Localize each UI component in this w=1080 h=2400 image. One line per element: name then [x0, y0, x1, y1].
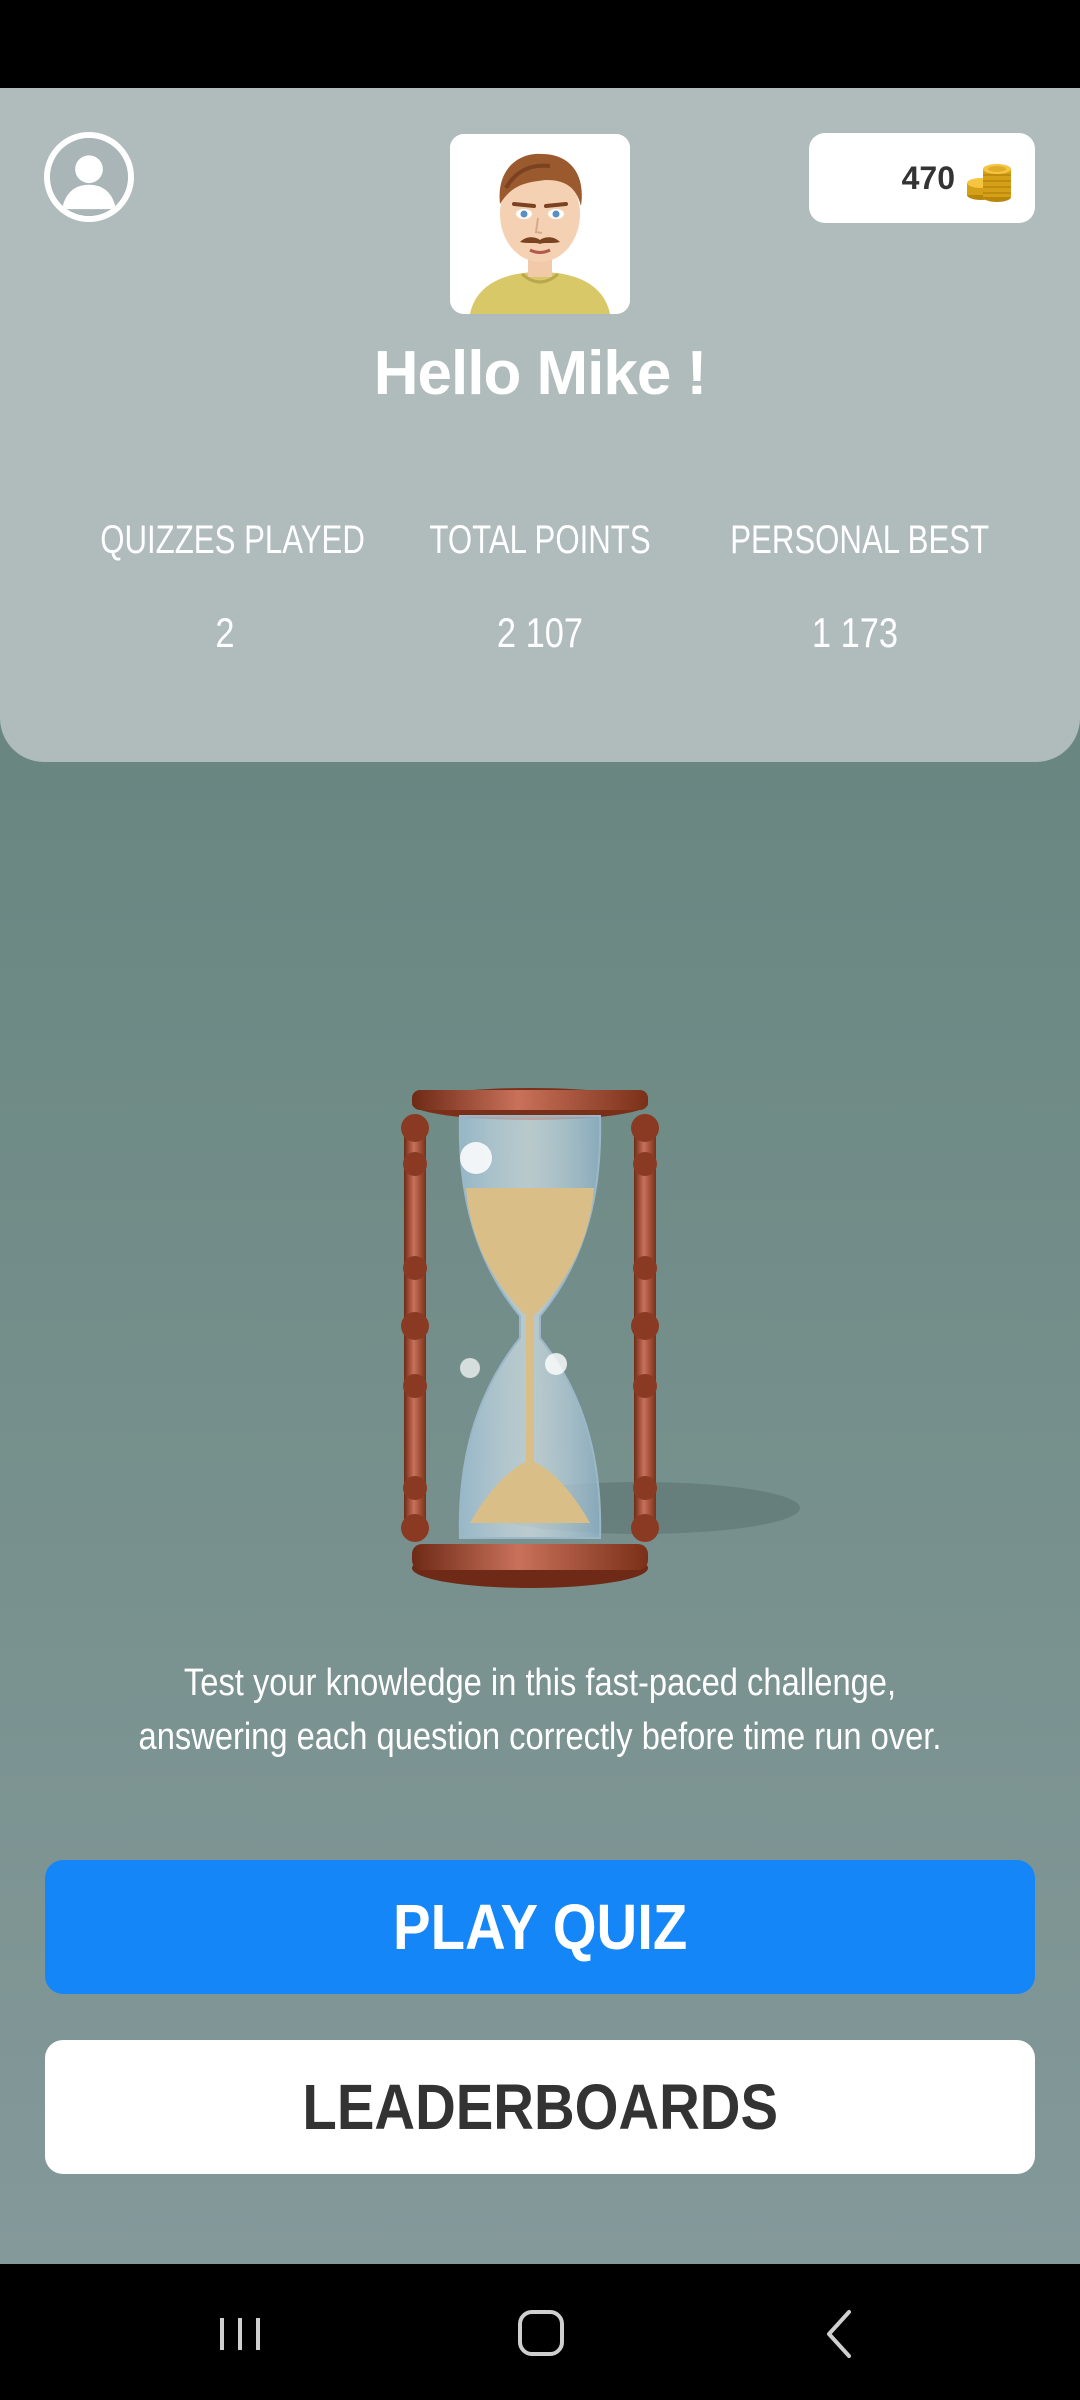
quiz-home-screen: 470 Hello Mike ! QUIZZES PLAYED 2 TOTAL …	[0, 88, 1080, 2264]
stat-value: 1 173	[811, 609, 899, 656]
back-button[interactable]	[805, 2304, 875, 2364]
stat-total-points: TOTAL POINTS 2 107	[380, 518, 700, 657]
back-icon	[827, 2310, 851, 2358]
play-quiz-label: PLAY QUIZ	[392, 1891, 688, 1963]
greeting-title: Hello Mike !	[373, 339, 708, 408]
status-bar	[0, 0, 1080, 88]
cartoon-avatar-image	[450, 134, 630, 314]
stat-value: 2 107	[496, 609, 584, 656]
stat-label: QUIZZES PLAYED	[100, 518, 365, 562]
profile-header-card: 470 Hello Mike ! QUIZZES PLAYED 2 TOTAL …	[0, 88, 1080, 762]
home-icon	[518, 2310, 564, 2356]
stat-label: TOTAL POINTS	[429, 518, 651, 562]
system-navigation-bar	[0, 2264, 1080, 2400]
profile-button[interactable]	[44, 132, 134, 222]
recent-apps-button[interactable]	[205, 2304, 275, 2364]
avatar[interactable]	[450, 134, 630, 314]
leaderboards-button[interactable]: LEADERBOARDS	[45, 2040, 1035, 2174]
recent-apps-icon	[220, 2318, 260, 2350]
quiz-description: Test your knowledge in this fast-paced c…	[138, 1662, 942, 1758]
hourglass-illustration	[380, 1068, 820, 1628]
stat-quizzes-played: QUIZZES PLAYED 2	[65, 518, 385, 657]
coins-count: 470	[901, 160, 955, 196]
home-button[interactable]	[506, 2304, 576, 2364]
user-silhouette-icon	[50, 138, 128, 216]
stat-personal-best: PERSONAL BEST 1 173	[695, 518, 1015, 657]
coins-balance[interactable]: 470	[809, 133, 1035, 223]
stat-label: PERSONAL BEST	[730, 518, 990, 562]
hourglass-icon	[401, 1088, 800, 1588]
leaderboards-label: LEADERBOARDS	[302, 2071, 778, 2143]
play-quiz-button[interactable]: PLAY QUIZ	[45, 1860, 1035, 1994]
stat-value: 2	[215, 609, 235, 656]
gold-coins-icon	[967, 164, 1011, 202]
